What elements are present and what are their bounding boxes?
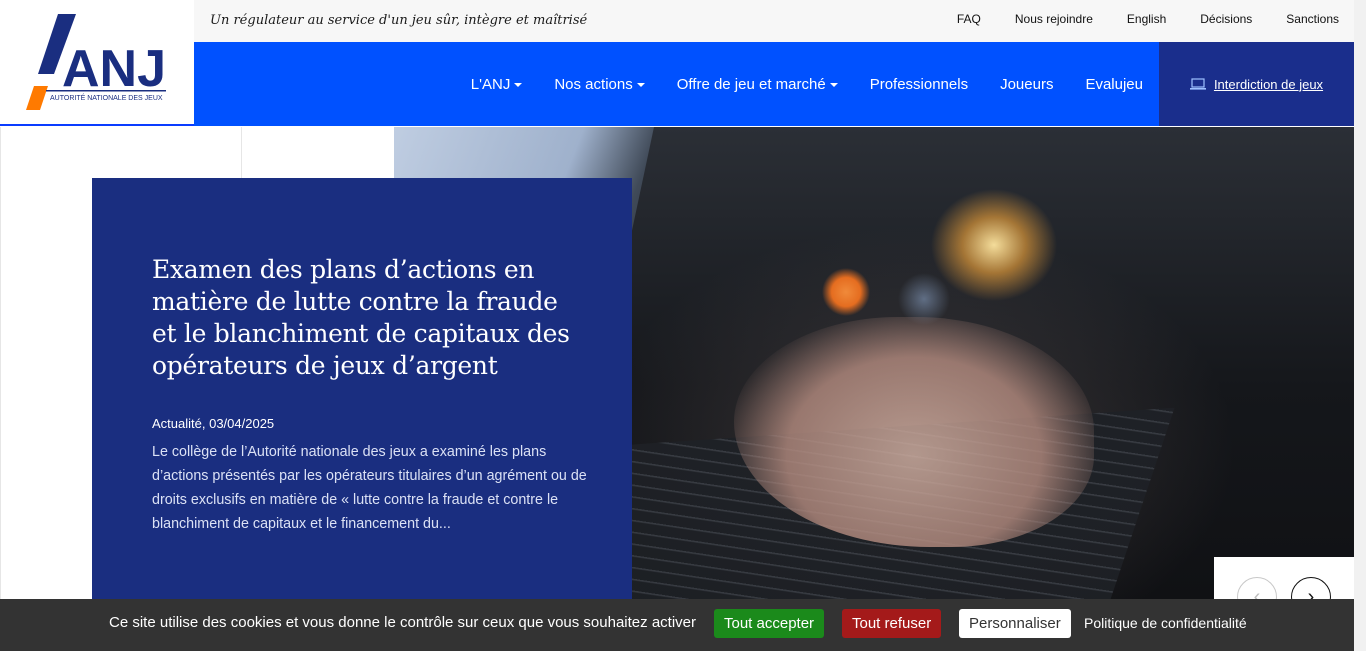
news-card[interactable]: Examen des plans d’actions en matière de… (92, 178, 632, 599)
caret-down-icon (636, 83, 645, 87)
link-decisions[interactable]: Décisions (1200, 12, 1252, 26)
site-logo[interactable]: ANJ AUTORITÉ NATIONALE DES JEUX (0, 0, 194, 126)
divider (241, 127, 242, 179)
caret-down-icon (514, 83, 523, 87)
scrollbar[interactable] (1354, 0, 1366, 651)
nav-item-professionnels[interactable]: Professionnels (870, 76, 968, 93)
news-excerpt: Le collège de l’Autorité nationale des j… (152, 444, 587, 532)
nav-item-nos-actions[interactable]: Nos actions (554, 75, 645, 93)
link-nous-rejoindre[interactable]: Nous rejoindre (1015, 12, 1093, 26)
nav-item-label: L'ANJ (470, 75, 511, 93)
caret-down-icon (829, 83, 838, 87)
nav-item-joueurs[interactable]: Joueurs (1000, 76, 1053, 93)
news-meta: Actualité, 03/04/2025 (152, 416, 275, 431)
nav-item-label: Joueurs (1000, 75, 1054, 93)
interdiction-label: Interdiction de jeux (1213, 76, 1324, 92)
link-english[interactable]: English (1127, 12, 1166, 26)
accept-all-button[interactable]: Tout accepter (714, 609, 825, 638)
nav-item-evalujeu[interactable]: Evalujeu (1085, 76, 1143, 93)
privacy-policy-link[interactable]: Politique de confidentialité (1084, 615, 1247, 631)
cookie-banner: Ce site utilise des cookies et vous donn… (0, 599, 1354, 651)
nav-item-label: Evalujeu (1085, 75, 1143, 93)
utility-links: FAQ Nous rejoindre English Décisions San… (957, 12, 1339, 26)
interdiction-de-jeux-link[interactable]: Interdiction de jeux (1159, 42, 1354, 126)
anj-logo-icon: ANJ AUTORITÉ NATIONALE DES JEUX (26, 14, 166, 110)
site-tagline: Un régulateur au service d'un jeu sûr, i… (210, 13, 588, 28)
customize-button[interactable]: Personnaliser (959, 609, 1071, 638)
main-navigation: L'ANJ Nos actions Offre de jeu et marché… (194, 42, 1354, 126)
nav-item-label: Professionnels (869, 75, 969, 93)
refuse-all-button[interactable]: Tout refuser (842, 609, 942, 638)
link-faq[interactable]: FAQ (957, 12, 981, 26)
utility-bar: Un régulateur au service d'un jeu sûr, i… (194, 0, 1354, 42)
page: ANJ AUTORITÉ NATIONALE DES JEUX Un régul… (0, 0, 1366, 651)
link-sanctions[interactable]: Sanctions (1286, 12, 1339, 26)
main-menu: L'ANJ Nos actions Offre de jeu et marché… (471, 42, 1143, 126)
nav-item-offre-de-jeu[interactable]: Offre de jeu et marché (677, 76, 838, 93)
nav-item-label: Offre de jeu et marché (676, 75, 826, 93)
svg-text:ANJ: ANJ (62, 40, 166, 98)
nav-item-anj[interactable]: L'ANJ (471, 76, 523, 93)
cookie-message: Ce site utilise des cookies et vous donn… (109, 614, 696, 631)
svg-text:AUTORITÉ NATIONALE DES JEUX: AUTORITÉ NATIONALE DES JEUX (50, 93, 163, 102)
news-title[interactable]: Examen des plans d’actions en matière de… (152, 254, 582, 382)
nav-item-label: Nos actions (554, 75, 633, 93)
laptop-icon (1189, 78, 1206, 90)
